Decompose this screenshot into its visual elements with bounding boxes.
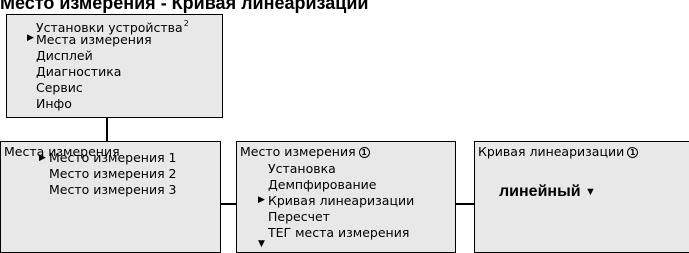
list-item-measurement-point-2[interactable]: Место измерения 2 <box>49 166 177 182</box>
menu-item-info[interactable]: Инфо <box>36 96 72 112</box>
page-heading: Место измерения - Кривая линеаризации <box>0 0 369 13</box>
menu-item-display[interactable]: Дисплей <box>36 48 93 64</box>
number-badge: 1 <box>358 147 370 158</box>
measurement-points-panel: Места измерения ▶ Место измерения 1 Мест… <box>0 141 221 253</box>
list-item-measurement-point-1[interactable]: Место измерения 1 <box>49 150 177 166</box>
connector-line <box>106 118 108 141</box>
panel-title: Место измерения 1 <box>240 144 370 160</box>
scroll-down-icon[interactable]: ▼ <box>258 237 265 253</box>
connector-line <box>454 203 474 205</box>
main-menu-panel: ▶ Установки устройства2 Места измерения … <box>6 14 223 118</box>
menu-item-diagnostics[interactable]: Диагностика <box>36 64 121 80</box>
selection-arrow-icon: ▶ <box>39 153 46 163</box>
list-item-setup[interactable]: Установка <box>268 161 336 177</box>
selection-arrow-icon: ▶ <box>258 195 265 205</box>
connector-line <box>219 203 236 205</box>
dropdown-arrow-icon: ▼ <box>585 186 596 198</box>
list-item-measurement-point-tag[interactable]: ТЕГ места измерения <box>268 225 409 241</box>
selection-arrow-icon: ▶ <box>27 33 34 43</box>
menu-item-measurement-points[interactable]: Места измерения <box>36 32 152 48</box>
selected-value: линейный <box>499 183 581 200</box>
number-badge: 1 <box>627 147 639 158</box>
list-item-linearization-curve[interactable]: Кривая линеаризации <box>268 193 414 209</box>
linearization-panel: Кривая линеаризации 1 линейный ▼ <box>474 141 689 253</box>
list-item-damping[interactable]: Демпфирование <box>268 177 376 193</box>
measurement-point-panel: Место измерения 1 ▶ Установка Демпфирован… <box>236 141 456 253</box>
linearization-value-dropdown[interactable]: линейный ▼ <box>499 184 596 201</box>
list-item-measurement-point-3[interactable]: Место измерения 3 <box>49 182 177 198</box>
footnote-marker: 2 <box>183 19 189 28</box>
menu-item-service[interactable]: Сервис <box>36 80 83 96</box>
list-item-scaling[interactable]: Пересчет <box>268 209 330 225</box>
panel-title: Кривая линеаризации 1 <box>478 144 639 160</box>
